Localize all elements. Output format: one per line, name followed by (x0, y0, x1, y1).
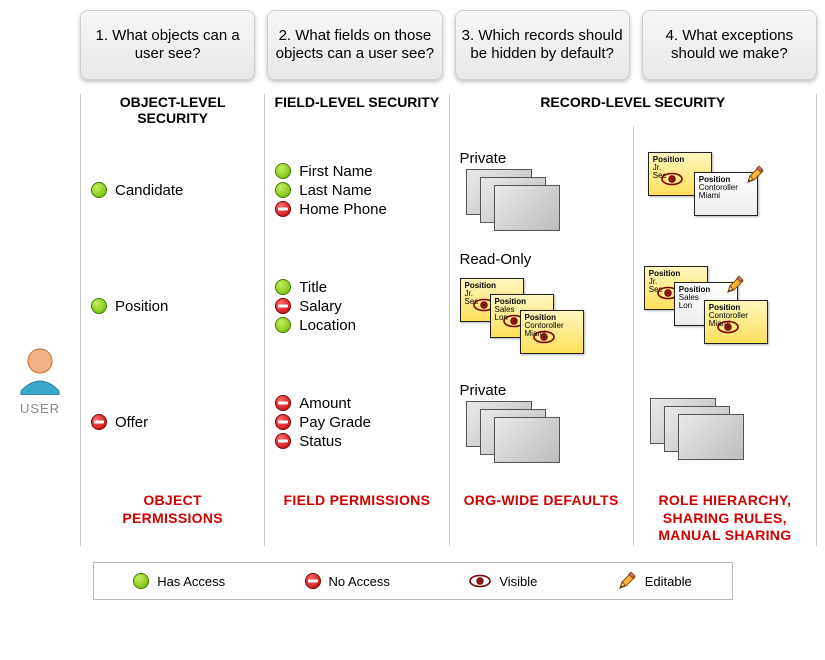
columns: Candidate Position Offer OBJECT PERMISSI… (80, 126, 817, 546)
noaccess-icon (275, 201, 291, 217)
field-label: Title (299, 279, 327, 296)
footer-object: OBJECT PERMISSIONS (91, 492, 254, 546)
pencil-icon (745, 165, 765, 185)
field-label: Pay Grade (299, 414, 371, 431)
field-item: Amount (275, 394, 438, 413)
access-icon (91, 298, 107, 314)
legend-editable: Editable (617, 571, 692, 591)
record-mode-label: Private (460, 150, 623, 167)
question-card-4: 4. What exceptions should we make? (642, 10, 817, 80)
legend-visible: Visible (469, 574, 537, 589)
field-item: Last Name (275, 181, 438, 200)
eye-icon (661, 172, 683, 186)
access-icon (91, 182, 107, 198)
footer-exceptions: ROLE HIERARCHY, SHARING RULES, MANUAL SH… (644, 492, 806, 546)
field-label: Status (299, 433, 342, 450)
user-label: USER (20, 401, 60, 416)
object-item: Offer (91, 413, 254, 432)
object-label: Candidate (115, 182, 183, 199)
object-item: Candidate (91, 181, 254, 200)
object-label: Offer (115, 414, 148, 431)
object-label: Position (115, 298, 168, 315)
grey-card-stack (650, 398, 750, 460)
field-item: Pay Grade (275, 413, 438, 432)
object-item: Position (91, 297, 254, 316)
field-item: Home Phone (275, 200, 438, 219)
access-icon (133, 573, 149, 589)
legend-noaccess: No Access (305, 573, 390, 589)
noaccess-icon (275, 414, 291, 430)
eye-icon (469, 574, 491, 588)
main-grid: USER OBJECT-LEVEL SECURITY FIELD-LEVEL S… (0, 80, 825, 546)
field-item: Status (275, 432, 438, 451)
field-label: Home Phone (299, 201, 387, 218)
noaccess-icon (91, 414, 107, 430)
noaccess-icon (275, 395, 291, 411)
access-icon (275, 163, 291, 179)
legend-label: No Access (329, 574, 390, 589)
column-object-level: Candidate Position Offer OBJECT PERMISSI… (80, 126, 264, 546)
eye-icon (533, 330, 555, 344)
question-card-2: 2. What fields on those objects can a us… (267, 10, 442, 80)
question-card-1: 1. What objects can a user see? (80, 10, 255, 80)
pencil-icon (725, 275, 745, 295)
field-label: Location (299, 317, 356, 334)
footer-orgwide: ORG-WIDE DEFAULTS (460, 492, 623, 546)
header-record-level: RECORD-LEVEL SECURITY (449, 94, 818, 126)
legend-label: Has Access (157, 574, 225, 589)
section-headers: OBJECT-LEVEL SECURITY FIELD-LEVEL SECURI… (80, 94, 817, 126)
legend-label: Editable (645, 574, 692, 589)
note-card-cluster: Position Jr. Sec Position Contoroller Mi… (644, 150, 804, 230)
access-icon (275, 317, 291, 333)
note-line: Miami (699, 192, 753, 200)
field-label: Amount (299, 395, 351, 412)
column-field-level: First Name Last Name Home Phone Title Sa… (264, 126, 448, 546)
legend-label: Visible (499, 574, 537, 589)
column-orgwide-defaults: Private Read-Only Position Jr. Sec (449, 126, 633, 546)
field-item: Title (275, 278, 438, 297)
note-card-cluster: Position Jr. Sec Position Sales Lon (460, 270, 620, 362)
question-row: 1. What objects can a user see? 2. What … (0, 0, 825, 80)
header-object-level: OBJECT-LEVEL SECURITY (80, 94, 264, 126)
pencil-icon (617, 571, 637, 591)
grey-card-stack (466, 169, 566, 231)
record-mode-label: Read-Only (460, 251, 623, 268)
record-mode-label: Private (460, 382, 623, 399)
noaccess-icon (275, 433, 291, 449)
field-label: Last Name (299, 182, 372, 199)
access-icon (275, 182, 291, 198)
field-item: Location (275, 316, 438, 335)
field-item: Salary (275, 297, 438, 316)
header-field-level: FIELD-LEVEL SECURITY (264, 94, 448, 126)
access-icon (275, 279, 291, 295)
field-label: Salary (299, 298, 342, 315)
field-label: First Name (299, 163, 372, 180)
footer-field: FIELD PERMISSIONS (275, 492, 438, 546)
noaccess-icon (275, 298, 291, 314)
eye-icon (717, 320, 739, 334)
user-column: USER (0, 94, 80, 546)
column-exceptions: Position Jr. Sec Position Contoroller Mi… (633, 126, 817, 546)
user-avatar-icon (15, 345, 65, 395)
legend-access: Has Access (133, 573, 225, 589)
noaccess-icon (305, 573, 321, 589)
note-card-cluster: Position Jr. Sec Position Sales Lon (644, 260, 804, 352)
grey-card-stack (466, 401, 566, 463)
legend: Has Access No Access Visible Editable (93, 562, 733, 600)
question-card-3: 3. Which records should be hidden by def… (455, 10, 630, 80)
field-item: First Name (275, 162, 438, 181)
